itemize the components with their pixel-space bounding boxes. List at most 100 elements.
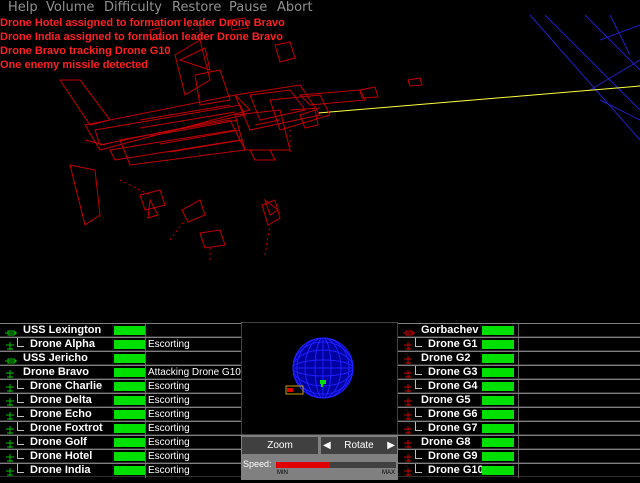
enemy-fighter-icon xyxy=(402,437,414,449)
unit-name: Drone G7 xyxy=(428,422,478,434)
carrier-icon xyxy=(4,353,17,365)
health-bar xyxy=(114,466,146,475)
column-divider xyxy=(145,394,146,408)
unit-row[interactable]: Drone G9 xyxy=(398,449,640,464)
column-divider xyxy=(145,464,146,478)
speed-slider[interactable] xyxy=(276,462,396,468)
health-bar xyxy=(482,424,514,433)
health-bar xyxy=(114,410,146,419)
unit-row[interactable]: Drone India Escorting xyxy=(0,463,241,478)
tree-connector xyxy=(415,450,422,459)
menu-difficulty[interactable]: Difficulty xyxy=(104,0,162,15)
message-line: Drone Hotel assigned to formation leader… xyxy=(0,17,285,29)
unit-row[interactable]: Drone Golf Escorting xyxy=(0,435,241,450)
unit-name: Drone Foxtrot xyxy=(30,422,103,434)
unit-name: Drone Golf xyxy=(30,436,87,448)
menu-volume[interactable]: Volume xyxy=(46,0,94,15)
unit-row[interactable]: Drone G1 xyxy=(398,337,640,352)
menu-pause[interactable]: Pause xyxy=(229,0,267,15)
control-bar: Zoom ◀ Rotate ▶ Speed: MIN MAX xyxy=(241,435,398,480)
unit-row[interactable]: Drone G6 xyxy=(398,407,640,422)
column-divider xyxy=(518,422,519,436)
column-divider xyxy=(518,436,519,450)
health-bar xyxy=(482,340,514,349)
unit-name: Drone Charlie xyxy=(30,380,103,392)
tree-connector xyxy=(415,408,422,417)
tree-connector xyxy=(17,408,24,417)
unit-status: Escorting xyxy=(148,381,190,392)
column-divider xyxy=(518,338,519,352)
health-bar xyxy=(114,452,146,461)
zoom-button[interactable]: Zoom xyxy=(242,437,318,454)
unit-row[interactable]: Drone G3 xyxy=(398,365,640,380)
column-divider xyxy=(145,422,146,436)
tree-connector xyxy=(415,380,422,389)
enemy-fighter-icon xyxy=(402,395,414,407)
radar-contact-enemy-core xyxy=(287,388,293,392)
unit-name: Drone G8 xyxy=(421,436,471,448)
unit-row[interactable]: Drone G5 xyxy=(398,393,640,408)
radar-panel: Zoom ◀ Rotate ▶ Speed: MIN MAX xyxy=(240,321,399,480)
column-divider xyxy=(518,394,519,408)
unit-row[interactable]: Drone G8 xyxy=(398,435,640,450)
column-divider xyxy=(145,338,146,352)
laser-beam xyxy=(317,85,640,114)
enemy-fighter-icon xyxy=(402,381,414,393)
unit-row[interactable]: Drone G10 xyxy=(398,463,640,478)
rotate-left-icon: ◀ xyxy=(323,440,331,451)
unit-row[interactable]: Drone G7 xyxy=(398,421,640,436)
enemy-fighter-icon xyxy=(402,451,414,463)
health-bar xyxy=(482,326,514,335)
unit-name: Drone G10 xyxy=(428,464,484,476)
unit-name: Drone Alpha xyxy=(30,338,95,350)
menu-abort[interactable]: Abort xyxy=(277,0,313,15)
unit-row[interactable]: USS Lexington xyxy=(0,323,241,338)
unit-name: Drone Hotel xyxy=(30,450,93,462)
unit-row[interactable]: Drone G4 xyxy=(398,379,640,394)
menu-help[interactable]: Help xyxy=(8,0,38,15)
health-bar xyxy=(482,354,514,363)
unit-row[interactable]: Drone Hotel Escorting xyxy=(0,449,241,464)
speed-fill xyxy=(276,462,330,468)
tree-connector xyxy=(415,366,422,375)
health-bar xyxy=(114,382,146,391)
column-divider xyxy=(518,324,519,338)
unit-row[interactable]: Drone Alpha Escorting xyxy=(0,337,241,352)
fighter-icon xyxy=(4,381,16,393)
radar-globe xyxy=(292,337,354,399)
speed-label: Speed: xyxy=(243,459,272,469)
column-divider xyxy=(518,408,519,422)
unit-row[interactable]: Drone G2 xyxy=(398,351,640,366)
tree-connector xyxy=(17,380,24,389)
unit-row[interactable]: USS Jericho xyxy=(0,351,241,366)
unit-name: Drone G2 xyxy=(421,352,471,364)
unit-row[interactable]: Drone Echo Escorting xyxy=(0,407,241,422)
fighter-icon xyxy=(4,465,16,477)
message-log: Drone Hotel assigned to formation leader… xyxy=(0,16,330,72)
menu-restore[interactable]: Restore xyxy=(172,0,221,15)
unit-status: Escorting xyxy=(148,423,190,434)
unit-name: Drone G5 xyxy=(421,394,471,406)
unit-status: Escorting xyxy=(148,339,190,350)
unit-row[interactable]: Gorbachev xyxy=(398,323,640,338)
unit-row[interactable]: Drone Bravo Attacking Drone G10 xyxy=(0,365,241,380)
unit-name: Drone G6 xyxy=(428,408,478,420)
radar-view[interactable] xyxy=(240,321,399,436)
column-divider xyxy=(145,352,146,366)
unit-row[interactable]: Drone Foxtrot Escorting xyxy=(0,421,241,436)
unit-name: USS Jericho xyxy=(23,352,88,364)
zoom-label: Zoom xyxy=(267,440,293,451)
fighter-icon xyxy=(4,367,16,379)
rotate-button[interactable]: ◀ Rotate ▶ xyxy=(321,437,397,454)
unit-name: Drone India xyxy=(30,464,91,476)
unit-status: Escorting xyxy=(148,451,190,462)
message-line: One enemy missile detected xyxy=(0,59,148,71)
fighter-icon xyxy=(4,451,16,463)
health-bar xyxy=(114,340,146,349)
column-divider xyxy=(145,436,146,450)
column-divider xyxy=(145,408,146,422)
health-bar xyxy=(482,438,514,447)
speed-max-label: MAX xyxy=(382,470,396,476)
unit-row[interactable]: Drone Charlie Escorting xyxy=(0,379,241,394)
unit-row[interactable]: Drone Delta Escorting xyxy=(0,393,241,408)
